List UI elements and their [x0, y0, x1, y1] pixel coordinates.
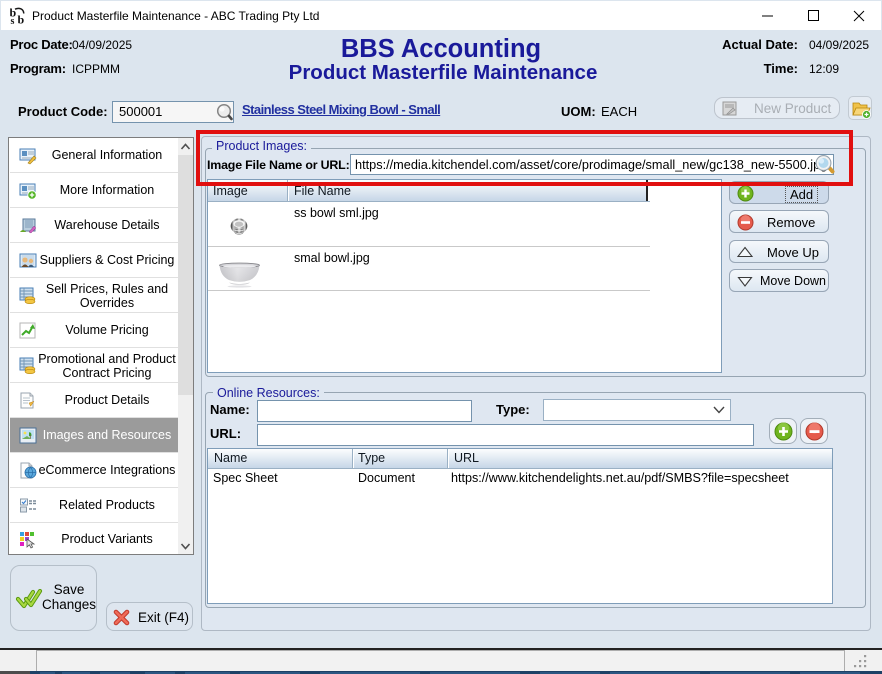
svg-text:b: b: [18, 13, 25, 25]
svg-text:s: s: [11, 16, 15, 24]
